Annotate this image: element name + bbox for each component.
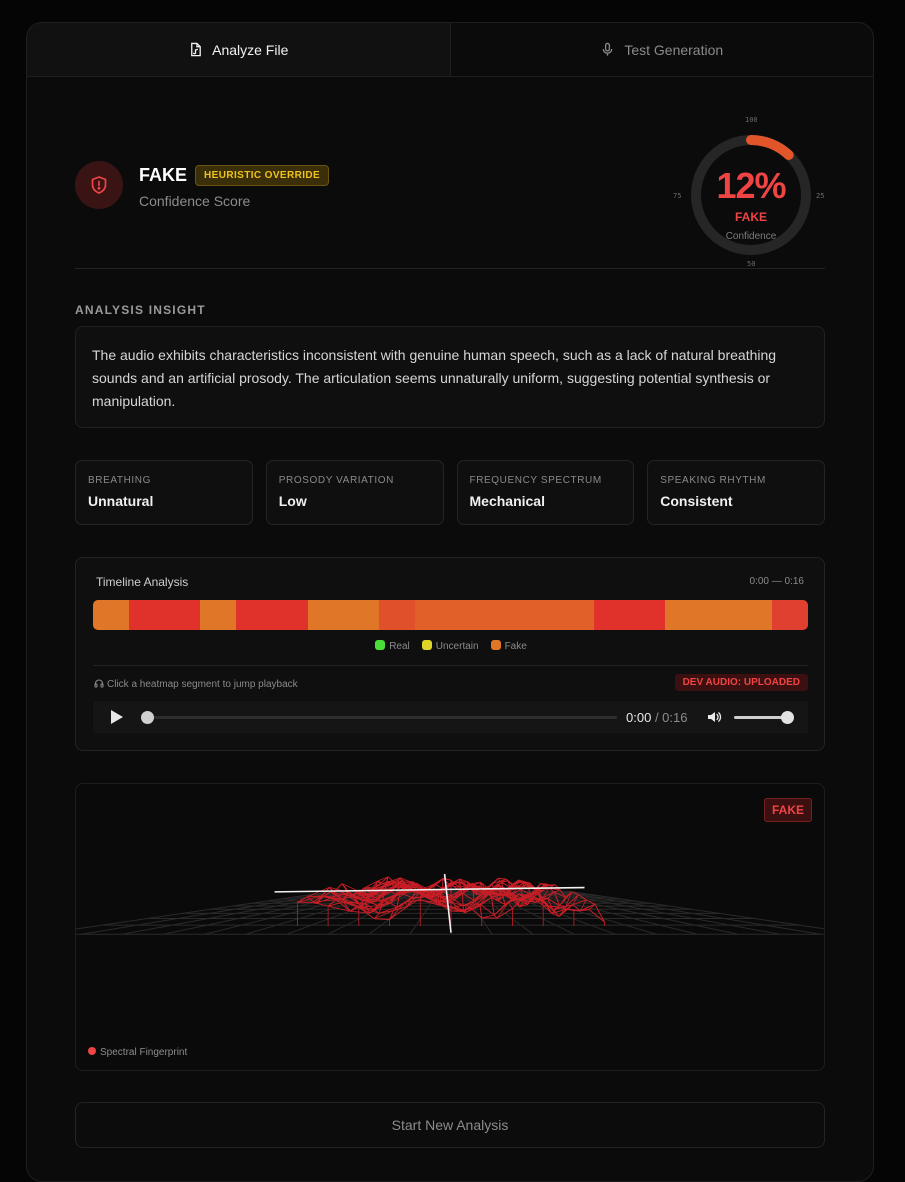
metric-key: SPEAKING RHYTHM: [660, 475, 812, 486]
heatmap-segment[interactable]: [200, 600, 236, 630]
metric-prosody: PROSODY VARIATION Low: [266, 460, 444, 525]
timeline-title: Timeline Analysis: [96, 575, 188, 589]
heatmap-segment[interactable]: [308, 600, 344, 630]
timeline-range: 0:00 — 0:16: [750, 576, 804, 587]
volume-handle[interactable]: [781, 711, 794, 724]
gauge-tick-right: 25: [816, 192, 824, 200]
metric-key: FREQUENCY SPECTRUM: [470, 475, 622, 486]
legend-real: Real: [375, 640, 410, 652]
file-audio-icon: [188, 42, 203, 57]
spectral-mesh: [76, 784, 825, 1071]
heatmap-segment[interactable]: [772, 600, 808, 630]
heatmap-segment[interactable]: [451, 600, 487, 630]
verdict-label: FAKE: [139, 165, 187, 186]
confidence-gauge: 12% FAKE Confidence 100 25 50 75: [685, 127, 835, 277]
analysis-card: Analyze File Test Generation FAKE HEURIS…: [26, 22, 874, 1182]
confidence-score-label: Confidence Score: [139, 193, 250, 209]
gauge-tick-top: 100: [745, 116, 758, 124]
results-panel: FAKE HEURISTIC OVERRIDE Confidence Score…: [75, 77, 825, 269]
heatmap-segment[interactable]: [665, 600, 701, 630]
seek-bar[interactable]: [143, 716, 617, 719]
heatmap-segment[interactable]: [272, 600, 308, 630]
tab-bar: Analyze File Test Generation: [27, 23, 873, 77]
microphone-icon: [600, 42, 615, 57]
viz-legend: Spectral Fingerprint: [88, 1047, 187, 1058]
headphones-icon: [94, 678, 104, 688]
play-button[interactable]: [111, 710, 123, 724]
heatmap-legend: Real Uncertain Fake: [76, 640, 826, 652]
tab-analyze-file[interactable]: Analyze File: [27, 23, 451, 76]
heatmap-segment[interactable]: [165, 600, 201, 630]
tab-label: Test Generation: [624, 42, 723, 58]
metric-value: Low: [279, 493, 431, 509]
heatmap-segment[interactable]: [343, 600, 379, 630]
legend-fake: Fake: [491, 640, 527, 652]
metric-cards: BREATHING Unnatural PROSODY VARIATION Lo…: [75, 460, 825, 525]
heatmap-segment[interactable]: [629, 600, 665, 630]
playback-time: 0:00 / 0:16: [626, 710, 687, 725]
gauge-tick-bottom: 50: [747, 260, 755, 268]
heatmap-segment[interactable]: [486, 600, 522, 630]
divider: [93, 665, 808, 666]
metric-breathing: BREATHING Unnatural: [75, 460, 253, 525]
timeline-panel: Timeline Analysis 0:00 — 0:16 Real Uncer…: [75, 557, 825, 751]
heatmap-segment[interactable]: [415, 600, 451, 630]
metric-value: Unnatural: [88, 493, 240, 509]
timeline-heatmap[interactable]: [93, 600, 808, 630]
heatmap-hint: Click a heatmap segment to jump playback: [94, 678, 298, 690]
heatmap-segment[interactable]: [522, 600, 558, 630]
heatmap-segment[interactable]: [701, 600, 737, 630]
metric-frequency: FREQUENCY SPECTRUM Mechanical: [457, 460, 635, 525]
viz-fake-badge: FAKE: [764, 798, 812, 822]
gauge-tick-left: 75: [673, 192, 681, 200]
metric-key: PROSODY VARIATION: [279, 475, 431, 486]
insight-text: The audio exhibits characteristics incon…: [75, 326, 825, 428]
insight-heading: ANALYSIS INSIGHT: [75, 303, 206, 317]
verdict-header: FAKE HEURISTIC OVERRIDE Confidence Score…: [75, 77, 825, 269]
dev-audio-badge: DEV AUDIO: UPLOADED: [675, 674, 808, 691]
tab-test-generation[interactable]: Test Generation: [451, 23, 874, 76]
heatmap-segment[interactable]: [379, 600, 415, 630]
heatmap-segment[interactable]: [594, 600, 630, 630]
start-new-analysis-button[interactable]: Start New Analysis: [75, 1102, 825, 1148]
viz-legend-label: Spectral Fingerprint: [100, 1047, 187, 1058]
gauge-verdict: FAKE: [685, 210, 817, 224]
tab-label: Analyze File: [212, 42, 288, 58]
gauge-caption: Confidence: [685, 231, 817, 242]
heatmap-segment[interactable]: [93, 600, 129, 630]
current-time: 0:00: [626, 710, 651, 725]
metric-key: BREATHING: [88, 475, 240, 486]
heatmap-segment[interactable]: [737, 600, 773, 630]
metric-value: Consistent: [660, 493, 812, 509]
spectral-visualization[interactable]: FAKE Spectral Fingerprint: [75, 783, 825, 1071]
volume-icon[interactable]: [706, 709, 722, 730]
duration: / 0:16: [655, 710, 688, 725]
heatmap-segment[interactable]: [129, 600, 165, 630]
heuristic-override-badge: HEURISTIC OVERRIDE: [195, 165, 329, 186]
legend-uncertain: Uncertain: [422, 640, 479, 652]
metric-rhythm: SPEAKING RHYTHM Consistent: [647, 460, 825, 525]
metric-value: Mechanical: [470, 493, 622, 509]
heatmap-segment[interactable]: [558, 600, 594, 630]
confidence-percent: 12%: [685, 165, 817, 207]
seek-handle[interactable]: [141, 711, 154, 724]
audio-player: 0:00 / 0:16: [93, 701, 808, 733]
shield-alert-icon: [75, 161, 123, 209]
heatmap-segment[interactable]: [236, 600, 272, 630]
